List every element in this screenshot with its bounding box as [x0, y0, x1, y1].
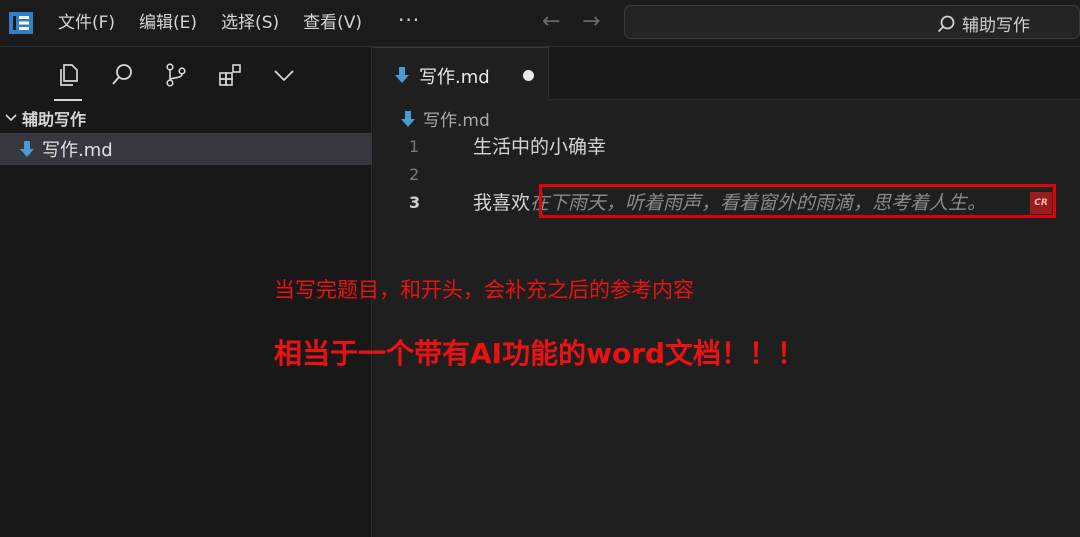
explorer-button[interactable]: [50, 57, 86, 101]
markdown-file-icon: [395, 67, 409, 83]
line-text: 生活中的小确幸: [473, 136, 607, 158]
unsaved-dot-icon[interactable]: [523, 70, 534, 81]
menu-view[interactable]: 查看(V): [303, 11, 374, 35]
explorer-folder-row[interactable]: 辅助写作: [0, 103, 372, 133]
file-label: 写作.md: [42, 140, 113, 161]
tab-label: 写作.md: [419, 67, 490, 88]
menu-selection[interactable]: 选择(S): [221, 11, 291, 35]
editor[interactable]: 写作.md 1 生活中的小确幸 2 3 我喜欢在下雨天，听着雨声，看着窗外的雨滴…: [373, 100, 1080, 537]
menu-bar: 文件(F) 编辑(E) 选择(S) 查看(V): [58, 11, 386, 35]
search-icon: [937, 15, 955, 32]
markdown-file-icon: [20, 141, 34, 157]
annotation-caption: 当写完题目，和开头，会补充之后的参考内容: [274, 278, 694, 302]
suggestion-highlight-box: [539, 184, 1056, 218]
files-icon: [60, 64, 78, 86]
back-arrow-icon[interactable]: ←: [542, 10, 560, 34]
source-control-icon: [166, 63, 186, 87]
markdown-file-icon: [401, 110, 415, 127]
breadcrumb[interactable]: 写作.md: [401, 106, 490, 131]
more-views-button[interactable]: [266, 57, 302, 93]
folder-label: 辅助写作: [22, 110, 87, 129]
tab-file[interactable]: 写作.md: [373, 47, 549, 100]
editor-line[interactable]: 1 生活中的小确幸: [373, 133, 1080, 161]
search-icon: [112, 64, 132, 85]
search-view-button[interactable]: [104, 57, 140, 93]
menu-edit[interactable]: 编辑(E): [139, 11, 209, 35]
extensions-icon: [219, 64, 241, 86]
tab-bar: 写作.md: [373, 47, 1080, 100]
search-text: 辅助写作: [962, 16, 1030, 36]
line-number: 1: [409, 137, 420, 156]
forward-arrow-icon[interactable]: →: [582, 10, 600, 34]
command-center-search[interactable]: 辅助写作: [624, 5, 1080, 39]
app-logo-icon: [9, 12, 33, 34]
line-number: 2: [409, 165, 420, 184]
extensions-button[interactable]: [212, 57, 248, 93]
more-menu-button[interactable]: ···: [398, 8, 420, 32]
line-number: 3: [409, 193, 421, 212]
chevron-down-icon: [5, 114, 17, 122]
breadcrumb-file: 写作.md: [423, 111, 490, 131]
annotation-headline: 相当于一个带有AI功能的word文档！！！: [274, 337, 806, 370]
activity-bar: [50, 57, 302, 101]
menu-file[interactable]: 文件(F): [58, 11, 127, 35]
source-control-button[interactable]: [158, 57, 194, 93]
ai-badge-icon[interactable]: CR: [1030, 192, 1052, 214]
chevron-down-icon: [274, 70, 294, 82]
title-bar: 文件(F) 编辑(E) 选择(S) 查看(V) ··· ← → 辅助写作: [0, 0, 1080, 47]
file-item[interactable]: 写作.md: [0, 133, 372, 165]
typed-text: 我喜欢: [473, 192, 531, 214]
